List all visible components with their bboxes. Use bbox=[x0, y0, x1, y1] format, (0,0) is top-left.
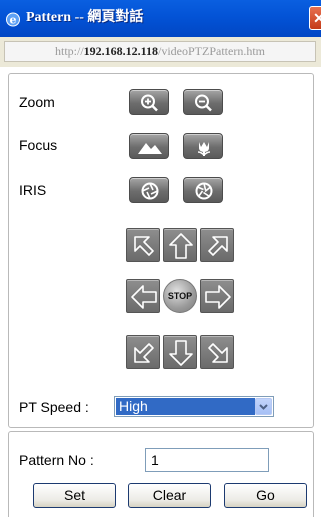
dropdown-button[interactable] bbox=[255, 398, 272, 415]
pan-up-right-button[interactable] bbox=[200, 228, 234, 262]
flower-icon bbox=[197, 142, 211, 157]
ie-icon: e bbox=[6, 12, 20, 27]
arrow-up-icon bbox=[169, 233, 193, 259]
chevron-down-icon bbox=[259, 404, 268, 410]
clear-button[interactable]: Clear bbox=[128, 483, 211, 508]
window-titlebar: e Pattern -- 網頁對話 ✕ bbox=[0, 0, 321, 37]
iris-open-button[interactable] bbox=[129, 177, 169, 203]
arrow-down-right-icon bbox=[208, 343, 228, 363]
arrow-down-left-icon bbox=[134, 343, 154, 363]
pan-up-left-button[interactable] bbox=[126, 228, 160, 262]
iris-open-icon bbox=[141, 182, 159, 200]
pan-left-button[interactable] bbox=[126, 279, 160, 313]
tilt-up-button[interactable] bbox=[163, 228, 197, 262]
ptz-control-panel bbox=[8, 73, 314, 428]
arrow-right-icon bbox=[205, 285, 231, 309]
address-bar: http://192.168.12.118/videoPTZPattern.ht… bbox=[0, 37, 321, 67]
pt-speed-label: PT Speed : bbox=[19, 399, 89, 415]
page-content: Zoom Focus IRIS STOP PT Speed: High Pat… bbox=[0, 67, 321, 517]
svg-text:e: e bbox=[10, 14, 17, 27]
pattern-no-input[interactable]: 1 bbox=[145, 448, 269, 472]
window-title: Pattern -- 網頁對話 bbox=[26, 10, 144, 25]
tilt-down-button[interactable] bbox=[163, 335, 197, 369]
url-host: 192.168.12.118 bbox=[83, 44, 158, 58]
set-button[interactable]: Set bbox=[33, 483, 116, 508]
pan-down-right-button[interactable] bbox=[200, 335, 234, 369]
iris-label: IRIS bbox=[19, 182, 47, 198]
pt-speed-select[interactable]: High bbox=[114, 396, 274, 417]
zoom-out-icon bbox=[195, 94, 212, 112]
arrow-up-right-icon bbox=[208, 236, 228, 256]
go-button[interactable]: Go bbox=[224, 483, 307, 508]
iris-close-button[interactable] bbox=[183, 177, 223, 203]
focus-far-button[interactable] bbox=[129, 133, 169, 159]
zoom-out-button[interactable] bbox=[183, 89, 223, 115]
arrow-down-icon bbox=[169, 340, 193, 366]
arrow-left-icon bbox=[131, 285, 157, 309]
focus-label: Focus bbox=[19, 137, 58, 153]
pan-right-button[interactable] bbox=[200, 279, 234, 313]
pan-down-left-button[interactable] bbox=[126, 335, 160, 369]
iris-close-icon bbox=[195, 182, 213, 200]
pattern-no-label: Pattern No : bbox=[19, 452, 94, 468]
mountain-icon bbox=[138, 143, 162, 154]
pt-speed-value: High bbox=[116, 398, 255, 415]
url-prefix: http:// bbox=[54, 44, 84, 58]
close-icon: ✕ bbox=[313, 10, 321, 26]
url-path: /videoPTZPattern.htm bbox=[158, 44, 265, 58]
zoom-in-button[interactable] bbox=[129, 89, 169, 115]
focus-near-button[interactable] bbox=[183, 133, 223, 159]
stop-button[interactable]: STOP bbox=[163, 279, 197, 313]
arrow-up-left-icon bbox=[134, 236, 154, 256]
zoom-in-icon bbox=[141, 94, 158, 112]
close-button[interactable]: ✕ bbox=[309, 6, 321, 30]
url-field[interactable]: http://192.168.12.118/videoPTZPattern.ht… bbox=[4, 41, 316, 62]
zoom-label: Zoom bbox=[19, 94, 55, 110]
